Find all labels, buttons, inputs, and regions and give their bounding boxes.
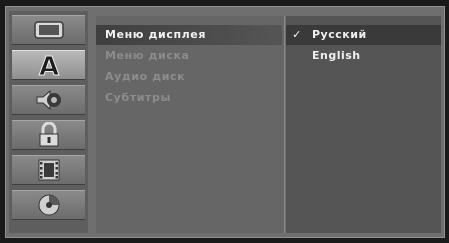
audio-icon: [36, 89, 61, 111]
option-panel: ✓ Русский English: [286, 16, 441, 233]
category-display[interactable]: [12, 15, 85, 45]
display-icon: [33, 21, 64, 39]
category-lock[interactable]: [12, 120, 85, 150]
menu-item-display-menu[interactable]: Меню дисплея: [96, 25, 282, 45]
menu-item-disc-audio[interactable]: Аудио диск: [96, 67, 282, 87]
option-english[interactable]: English: [286, 46, 441, 66]
film-icon: [38, 159, 59, 181]
menu-item-subtitles[interactable]: Субтитры: [96, 88, 282, 108]
language-icon: A: [38, 52, 59, 78]
svg-text:A: A: [38, 52, 58, 78]
menu-item-disc-menu[interactable]: Меню диска: [96, 46, 282, 66]
category-language[interactable]: A: [12, 50, 85, 80]
disc-icon: [38, 194, 59, 216]
category-others[interactable]: [12, 155, 85, 185]
checkmark-icon: ✓: [292, 28, 302, 41]
option-label: English: [312, 49, 361, 62]
dvd-setup-menu: A Меню дисплея Меню диска Аудио диск Суб…: [0, 0, 449, 243]
category-disc[interactable]: [12, 190, 85, 220]
option-russian[interactable]: ✓ Русский: [286, 25, 441, 45]
option-label: Русский: [312, 28, 367, 41]
category-icon-column: A: [9, 11, 88, 233]
submenu-panel: Меню дисплея Меню диска Аудио диск Субти…: [96, 16, 285, 233]
category-audio[interactable]: [12, 85, 85, 115]
lock-icon: [39, 122, 58, 147]
